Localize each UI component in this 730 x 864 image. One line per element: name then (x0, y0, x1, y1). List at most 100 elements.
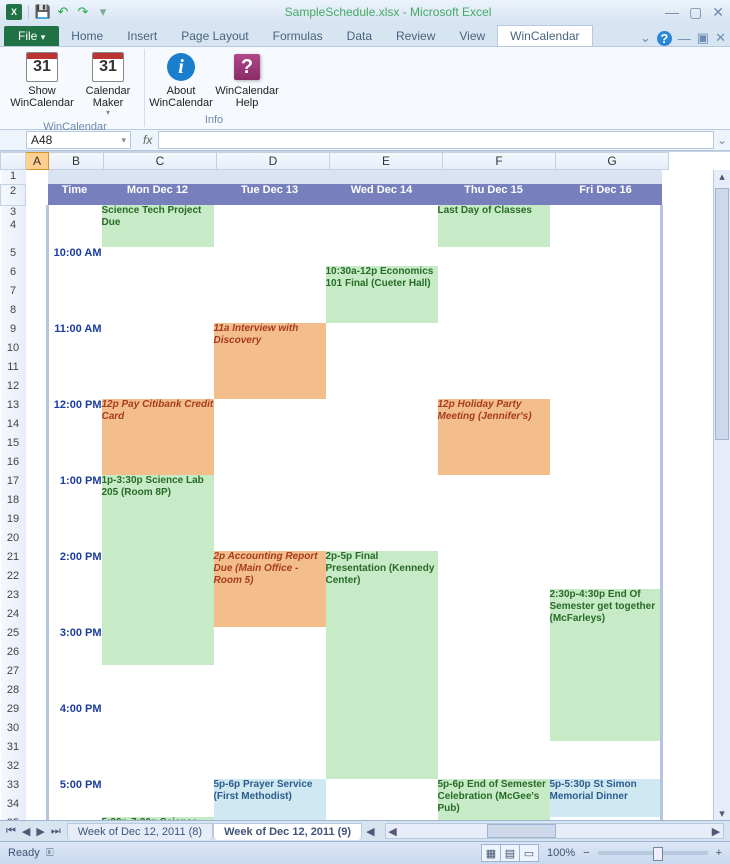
row-header[interactable]: 28 (1, 684, 26, 703)
row-header[interactable]: 8 (1, 304, 26, 323)
horizontal-scrollbar[interactable]: ◀ ▶ (385, 823, 724, 839)
row-header[interactable]: 6 (1, 266, 26, 285)
sheet-tab-active[interactable]: Week of Dec 12, 2011 (9) (213, 823, 362, 840)
row-header[interactable]: 17 (1, 475, 26, 494)
first-sheet-icon[interactable]: ⏮ (4, 825, 18, 838)
row-header[interactable]: 9 (1, 323, 26, 342)
row-header[interactable]: 22 (1, 570, 26, 589)
row-header[interactable]: 26 (1, 646, 26, 665)
event-last-day[interactable]: Last Day of Classes (438, 205, 550, 247)
help-icon[interactable]: ? (657, 31, 672, 46)
prev-sheet-icon[interactable]: ◀ (20, 825, 32, 838)
row-header[interactable]: 33 (1, 779, 26, 798)
row-header[interactable]: 15 (1, 437, 26, 456)
row-header[interactable]: 29 (1, 703, 26, 722)
tab-review[interactable]: Review (384, 26, 447, 46)
row-header[interactable]: 3 (1, 205, 26, 219)
row-header[interactable]: 10 (1, 342, 26, 361)
event-citibank[interactable]: 12p Pay Citibank Credit Card (102, 399, 214, 475)
event-science-project[interactable]: Science Tech Project Due (102, 205, 214, 247)
tab-page-layout[interactable]: Page Layout (169, 26, 260, 46)
row-header[interactable]: 12 (1, 380, 26, 399)
row-header[interactable]: 24 (1, 608, 26, 627)
close-icon[interactable]: ✕ (712, 4, 724, 21)
sheet-tab-scroll[interactable]: ◀ (362, 825, 378, 838)
show-wincalendar-button[interactable]: 31 Show WinCalendar (10, 49, 74, 111)
tab-formulas[interactable]: Formulas (261, 26, 335, 46)
row-header[interactable]: 20 (1, 532, 26, 551)
undo-icon[interactable]: ↶ (55, 4, 71, 20)
row-header[interactable]: 2 (1, 184, 26, 205)
formula-bar[interactable] (158, 131, 714, 149)
sheet-tab-prev[interactable]: Week of Dec 12, 2011 (8) (67, 823, 213, 840)
minimize-ribbon-icon[interactable]: ⌄ (640, 30, 651, 46)
calendar-maker-button[interactable]: 31 Calendar Maker ▾ (76, 49, 140, 120)
row-header[interactable]: 1 (1, 170, 26, 184)
worksheet-area[interactable]: A B C D E F G 1 2 (0, 151, 730, 820)
col-header-E[interactable]: E (330, 152, 443, 170)
row-header[interactable]: 13 (1, 399, 26, 418)
minimize-icon[interactable]: — (665, 4, 679, 21)
event-mcgees[interactable]: 5p-6p End of Semester Celebration (McGee… (438, 779, 550, 820)
event-foundation[interactable]: 5:30p-7:30p Science Foundation Dinner (102, 817, 214, 820)
row-header[interactable]: 34 (1, 798, 26, 817)
row-header[interactable]: 19 (1, 513, 26, 532)
tab-data[interactable]: Data (335, 26, 384, 46)
zoom-level[interactable]: 100% (547, 847, 575, 859)
event-science-lab[interactable]: 1p-3:30p Science Lab 205 (Room 8P) (102, 475, 214, 665)
row-header[interactable]: 18 (1, 494, 26, 513)
row-header[interactable]: 21 (1, 551, 26, 570)
row-header[interactable]: 4 (1, 219, 26, 247)
view-buttons[interactable]: ▦▤▭ (482, 844, 539, 862)
tab-view[interactable]: View (447, 26, 497, 46)
col-header-G[interactable]: G (556, 152, 669, 170)
about-wincalendar-button[interactable]: i About WinCalendar (149, 49, 213, 111)
event-mcfarleys[interactable]: 2:30p-4:30p End Of Semester get together… (550, 589, 662, 741)
vertical-scrollbar[interactable]: ▴ ▾ (713, 170, 730, 820)
qat-dropdown-icon[interactable]: ▾ (95, 4, 111, 20)
zoom-slider[interactable] (598, 851, 708, 855)
file-tab[interactable]: File ▾ (4, 26, 59, 46)
row-header[interactable]: 16 (1, 456, 26, 475)
zoom-in-icon[interactable]: + (716, 847, 722, 859)
tab-home[interactable]: Home (59, 26, 115, 46)
redo-icon[interactable]: ↷ (75, 4, 91, 20)
col-header-F[interactable]: F (443, 152, 556, 170)
next-sheet-icon[interactable]: ▶ (34, 825, 46, 838)
row-header[interactable]: 14 (1, 418, 26, 437)
event-economics-final[interactable]: 10:30a-12p Economics 101 Final (Cueter H… (326, 266, 438, 323)
event-final-presentation[interactable]: 2p-5p Final Presentation (Kennedy Center… (326, 551, 438, 779)
col-header-A[interactable]: A (26, 152, 49, 170)
row-header[interactable]: 25 (1, 627, 26, 646)
row-header[interactable]: 32 (1, 760, 26, 779)
event-holiday-party[interactable]: 12p Holiday Party Meeting (Jennifer's) (438, 399, 550, 475)
row-header[interactable]: 30 (1, 722, 26, 741)
tab-insert[interactable]: Insert (115, 26, 169, 46)
tab-wincalendar[interactable]: WinCalendar (497, 25, 592, 46)
maximize-icon[interactable]: ▢ (689, 4, 702, 21)
row-header[interactable]: 11 (1, 361, 26, 380)
save-icon[interactable]: 💾 (35, 4, 51, 20)
fx-icon[interactable]: fx (143, 133, 152, 147)
last-sheet-icon[interactable]: ⏭ (49, 825, 63, 838)
name-box[interactable]: A48▾ (26, 131, 131, 149)
event-stsimon[interactable]: 5p-5:30p St Simon Memorial Dinner (550, 779, 662, 817)
window-restore-icon[interactable]: ▣ (697, 30, 709, 46)
row-header[interactable]: 23 (1, 589, 26, 608)
event-prayer[interactable]: 5p-6p Prayer Service (First Methodist) (214, 779, 326, 820)
row-header[interactable]: 31 (1, 741, 26, 760)
select-all-corner[interactable] (0, 152, 26, 170)
row-header[interactable]: 5 (1, 247, 26, 266)
event-interview[interactable]: 11a Interview with Discovery (214, 323, 326, 399)
col-header-C[interactable]: C (104, 152, 217, 170)
col-header-D[interactable]: D (217, 152, 330, 170)
row-header[interactable]: 27 (1, 665, 26, 684)
window-minimize-icon[interactable]: — (678, 31, 691, 46)
window-close-icon[interactable]: ✕ (715, 30, 726, 46)
formula-expand-icon[interactable]: ⌄ (714, 133, 730, 147)
row-header[interactable]: 7 (1, 285, 26, 304)
row-header[interactable]: 35 (1, 817, 26, 820)
col-header-B[interactable]: B (49, 152, 104, 170)
event-accounting[interactable]: 2p Accounting Report Due (Main Office - … (214, 551, 326, 627)
zoom-out-icon[interactable]: − (583, 847, 589, 859)
